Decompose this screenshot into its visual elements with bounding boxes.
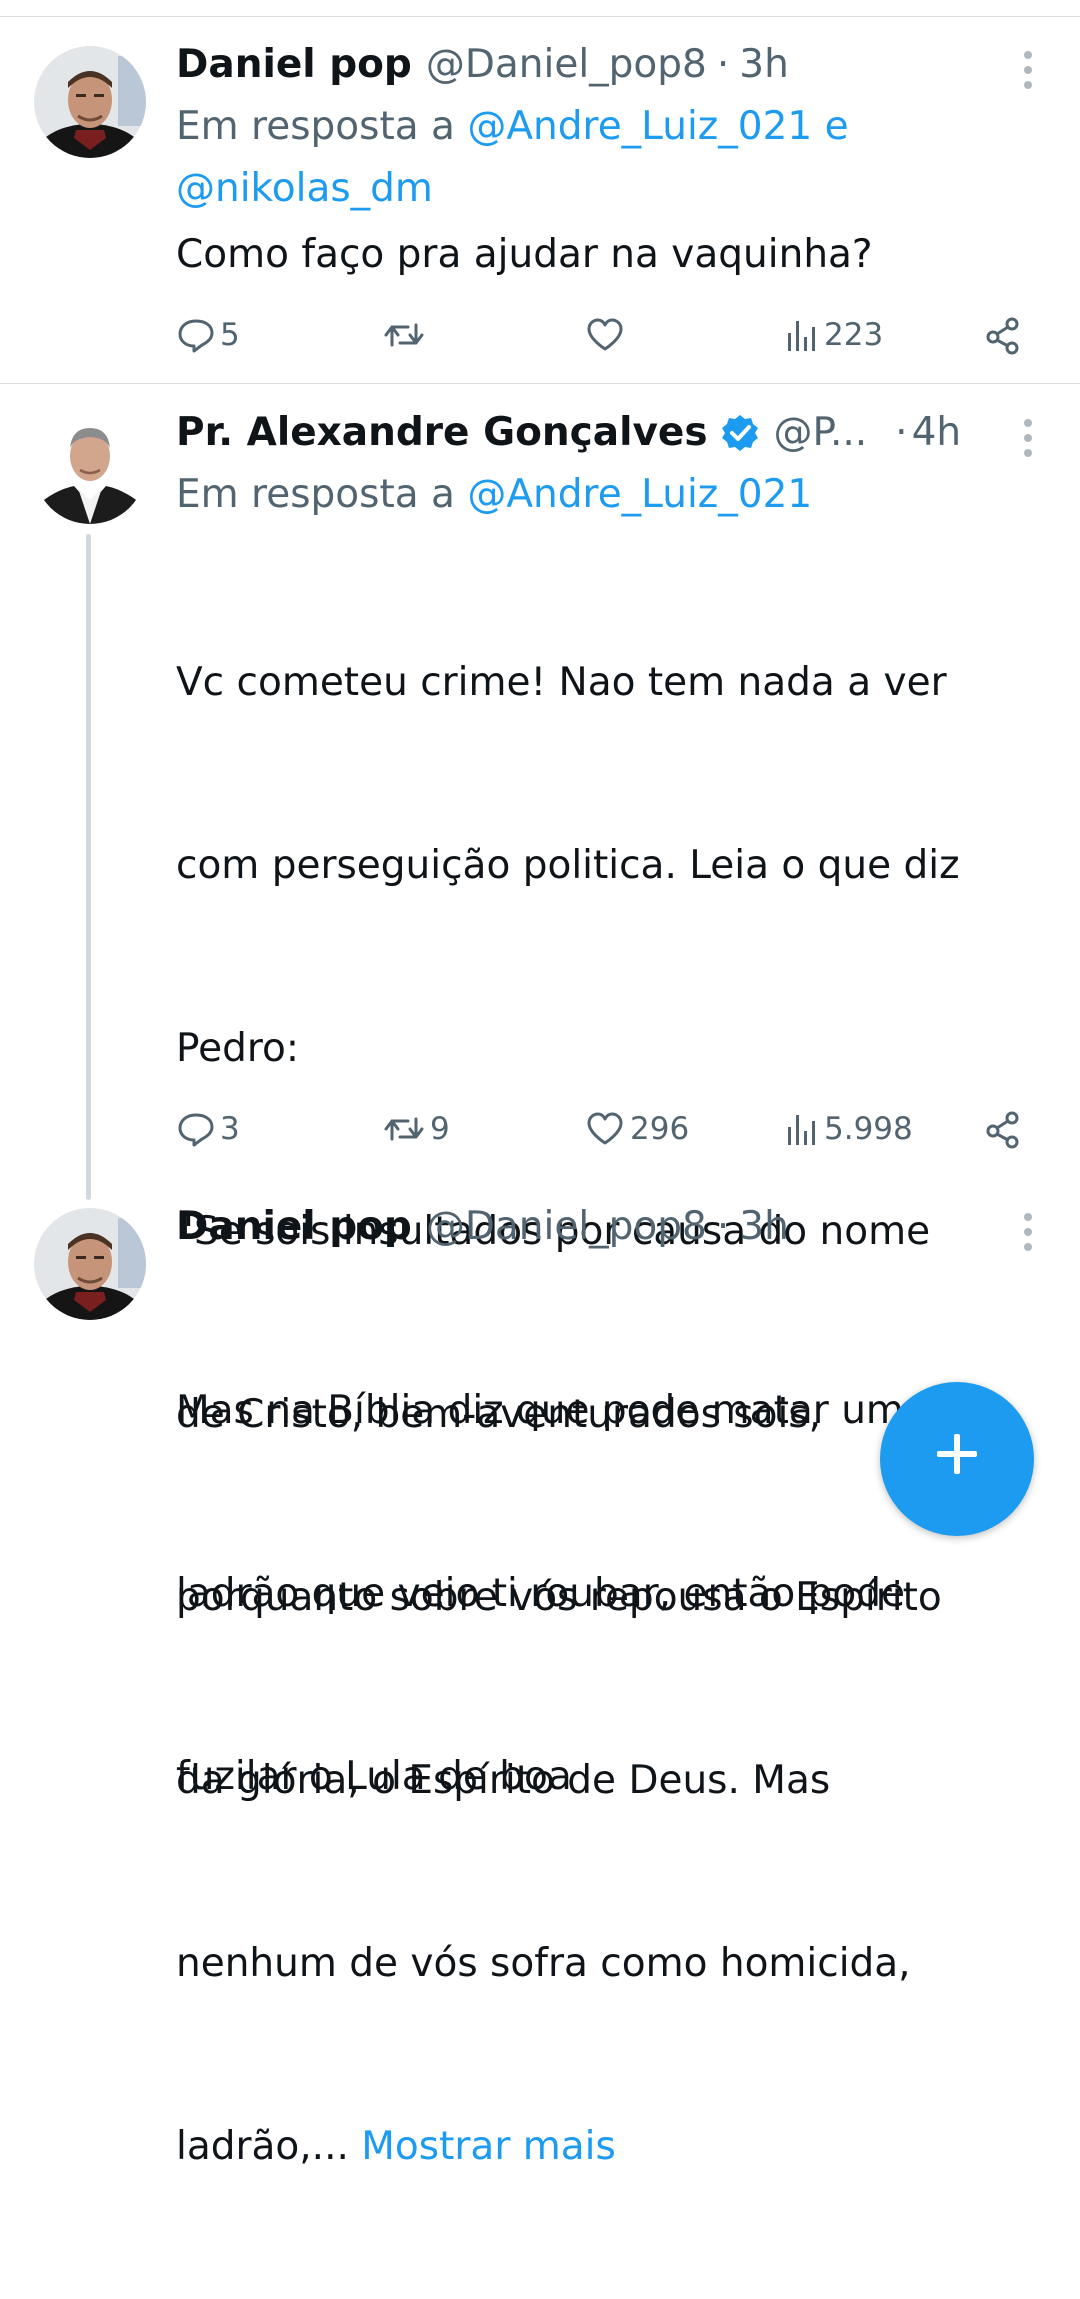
tweet-content[interactable]: Daniel pop @Daniel_pop8 · 3h Em resposta… <box>176 34 1036 285</box>
reply-button[interactable]: 5 <box>176 310 240 360</box>
retweet-count: 9 <box>430 1111 450 1147</box>
tweet-text-line: ladrão que veio ti roubar, então pode <box>176 1571 906 1616</box>
tweet-text: Mas na Bíblia diz que pode matar um ladr… <box>176 1258 1036 1929</box>
like-count: 296 <box>630 1111 690 1147</box>
share-button[interactable] <box>984 1104 1024 1154</box>
author-handle[interactable]: @Daniel_pop8 <box>426 34 707 96</box>
top-divider <box>0 16 1080 17</box>
avatar-image <box>34 46 146 158</box>
tweet-text-tail: ladrão,... <box>176 2124 349 2169</box>
mention-link[interactable]: @Andre_Luiz_021 <box>467 472 812 517</box>
reply-prefix: Em resposta a <box>176 472 455 517</box>
tweet-text-line: nenhum de vós sofra como homicida, <box>176 1941 911 1986</box>
mention-link[interactable]: @Andre_Luiz_021 <box>467 104 812 149</box>
timestamp[interactable]: 3h <box>739 34 789 96</box>
timestamp[interactable]: 3h <box>739 1196 789 1258</box>
views-icon <box>788 321 815 351</box>
retweet-button[interactable]: 9 <box>382 1104 450 1154</box>
retweet-icon <box>384 1117 424 1141</box>
more-vertical-icon[interactable] <box>1022 50 1034 90</box>
like-button[interactable] <box>584 310 630 360</box>
tweet-text-line: com perseguição politica. Leia o que diz <box>176 843 960 888</box>
tweet-header: Daniel pop @Daniel_pop8 · 3h <box>176 34 1036 96</box>
separator-dot: · <box>716 42 730 87</box>
timestamp[interactable]: 4h <box>912 402 962 464</box>
retweet-button[interactable] <box>382 310 430 360</box>
thread-line <box>86 534 91 1200</box>
more-vertical-icon[interactable] <box>1022 418 1034 458</box>
reply-joiner: e <box>824 104 849 149</box>
tweet-actions: 5 223 <box>176 310 1036 360</box>
share-icon <box>986 1111 1019 1149</box>
separator-dot: · <box>716 1204 730 1249</box>
avatar[interactable] <box>34 412 146 524</box>
like-button[interactable]: 296 <box>584 1104 689 1154</box>
tweet-divider <box>0 383 1080 384</box>
avatar-image <box>34 412 146 524</box>
avatar[interactable] <box>34 1208 146 1320</box>
share-icon <box>986 317 1019 355</box>
views-count: 223 <box>824 317 884 353</box>
tweet-text-line: Vc cometeu crime! Nao tem nada a ver <box>176 660 947 705</box>
tweet-actions: 3 9 296 5.998 <box>176 1104 1036 1154</box>
tweet-text: Como faço pra ajudar na vaquinha? <box>176 232 873 277</box>
verified-badge-icon <box>720 413 760 453</box>
reply-prefix: Em resposta a <box>176 104 455 149</box>
reply-count: 5 <box>220 317 240 353</box>
avatar-image <box>34 1208 146 1320</box>
views-count: 5.998 <box>824 1111 913 1147</box>
reply-context: Em resposta a @Andre_Luiz_021 <box>176 464 1036 526</box>
reply-context: Em resposta a @Andre_Luiz_021 e @nikolas… <box>176 96 1036 220</box>
author-handle[interactable]: @Daniel_pop8 <box>426 1196 707 1258</box>
views-icon <box>788 1115 815 1145</box>
separator-dot: · <box>895 410 908 455</box>
author-name[interactable]: Daniel pop <box>176 34 412 96</box>
reply-icon <box>178 1113 214 1147</box>
author-name[interactable]: Pr. Alexandre Gonçalves <box>176 402 708 464</box>
reply-button[interactable]: 3 <box>176 1104 240 1154</box>
views-button[interactable]: 5.998 <box>784 1104 913 1154</box>
tweet-header: Daniel pop @Daniel_pop8 · 3h <box>176 1196 1036 1258</box>
tweet-text-line: fuzilar o Lula de boa <box>176 1754 572 1799</box>
share-button[interactable] <box>984 310 1024 360</box>
author-name[interactable]: Daniel pop <box>176 1196 412 1258</box>
reply-icon <box>178 319 214 353</box>
tweet-header: Pr. Alexandre Gonçalves @P... · 4h <box>176 402 1036 464</box>
retweet-icon <box>384 323 424 347</box>
author-handle[interactable]: @P... <box>774 402 868 464</box>
compose-plus-icon-bar <box>937 1451 977 1457</box>
like-icon <box>587 1112 623 1145</box>
tweet-content[interactable]: Daniel pop @Daniel_pop8 · 3h Mas na Bíbl… <box>176 1196 1036 1929</box>
more-vertical-icon[interactable] <box>1022 1212 1034 1252</box>
mention-link[interactable]: @nikolas_dm <box>176 166 433 211</box>
views-button[interactable]: 223 <box>784 310 883 360</box>
show-more-link[interactable]: Mostrar mais <box>361 2124 616 2169</box>
compose-button[interactable] <box>880 1382 1034 1536</box>
tweet-text-line: ladrão,... Mostrar mais <box>176 2116 1036 2177</box>
reply-count: 3 <box>220 1111 240 1147</box>
tweet-text-line: Pedro: <box>176 1026 300 1071</box>
like-icon <box>587 318 623 351</box>
avatar[interactable] <box>34 46 146 158</box>
